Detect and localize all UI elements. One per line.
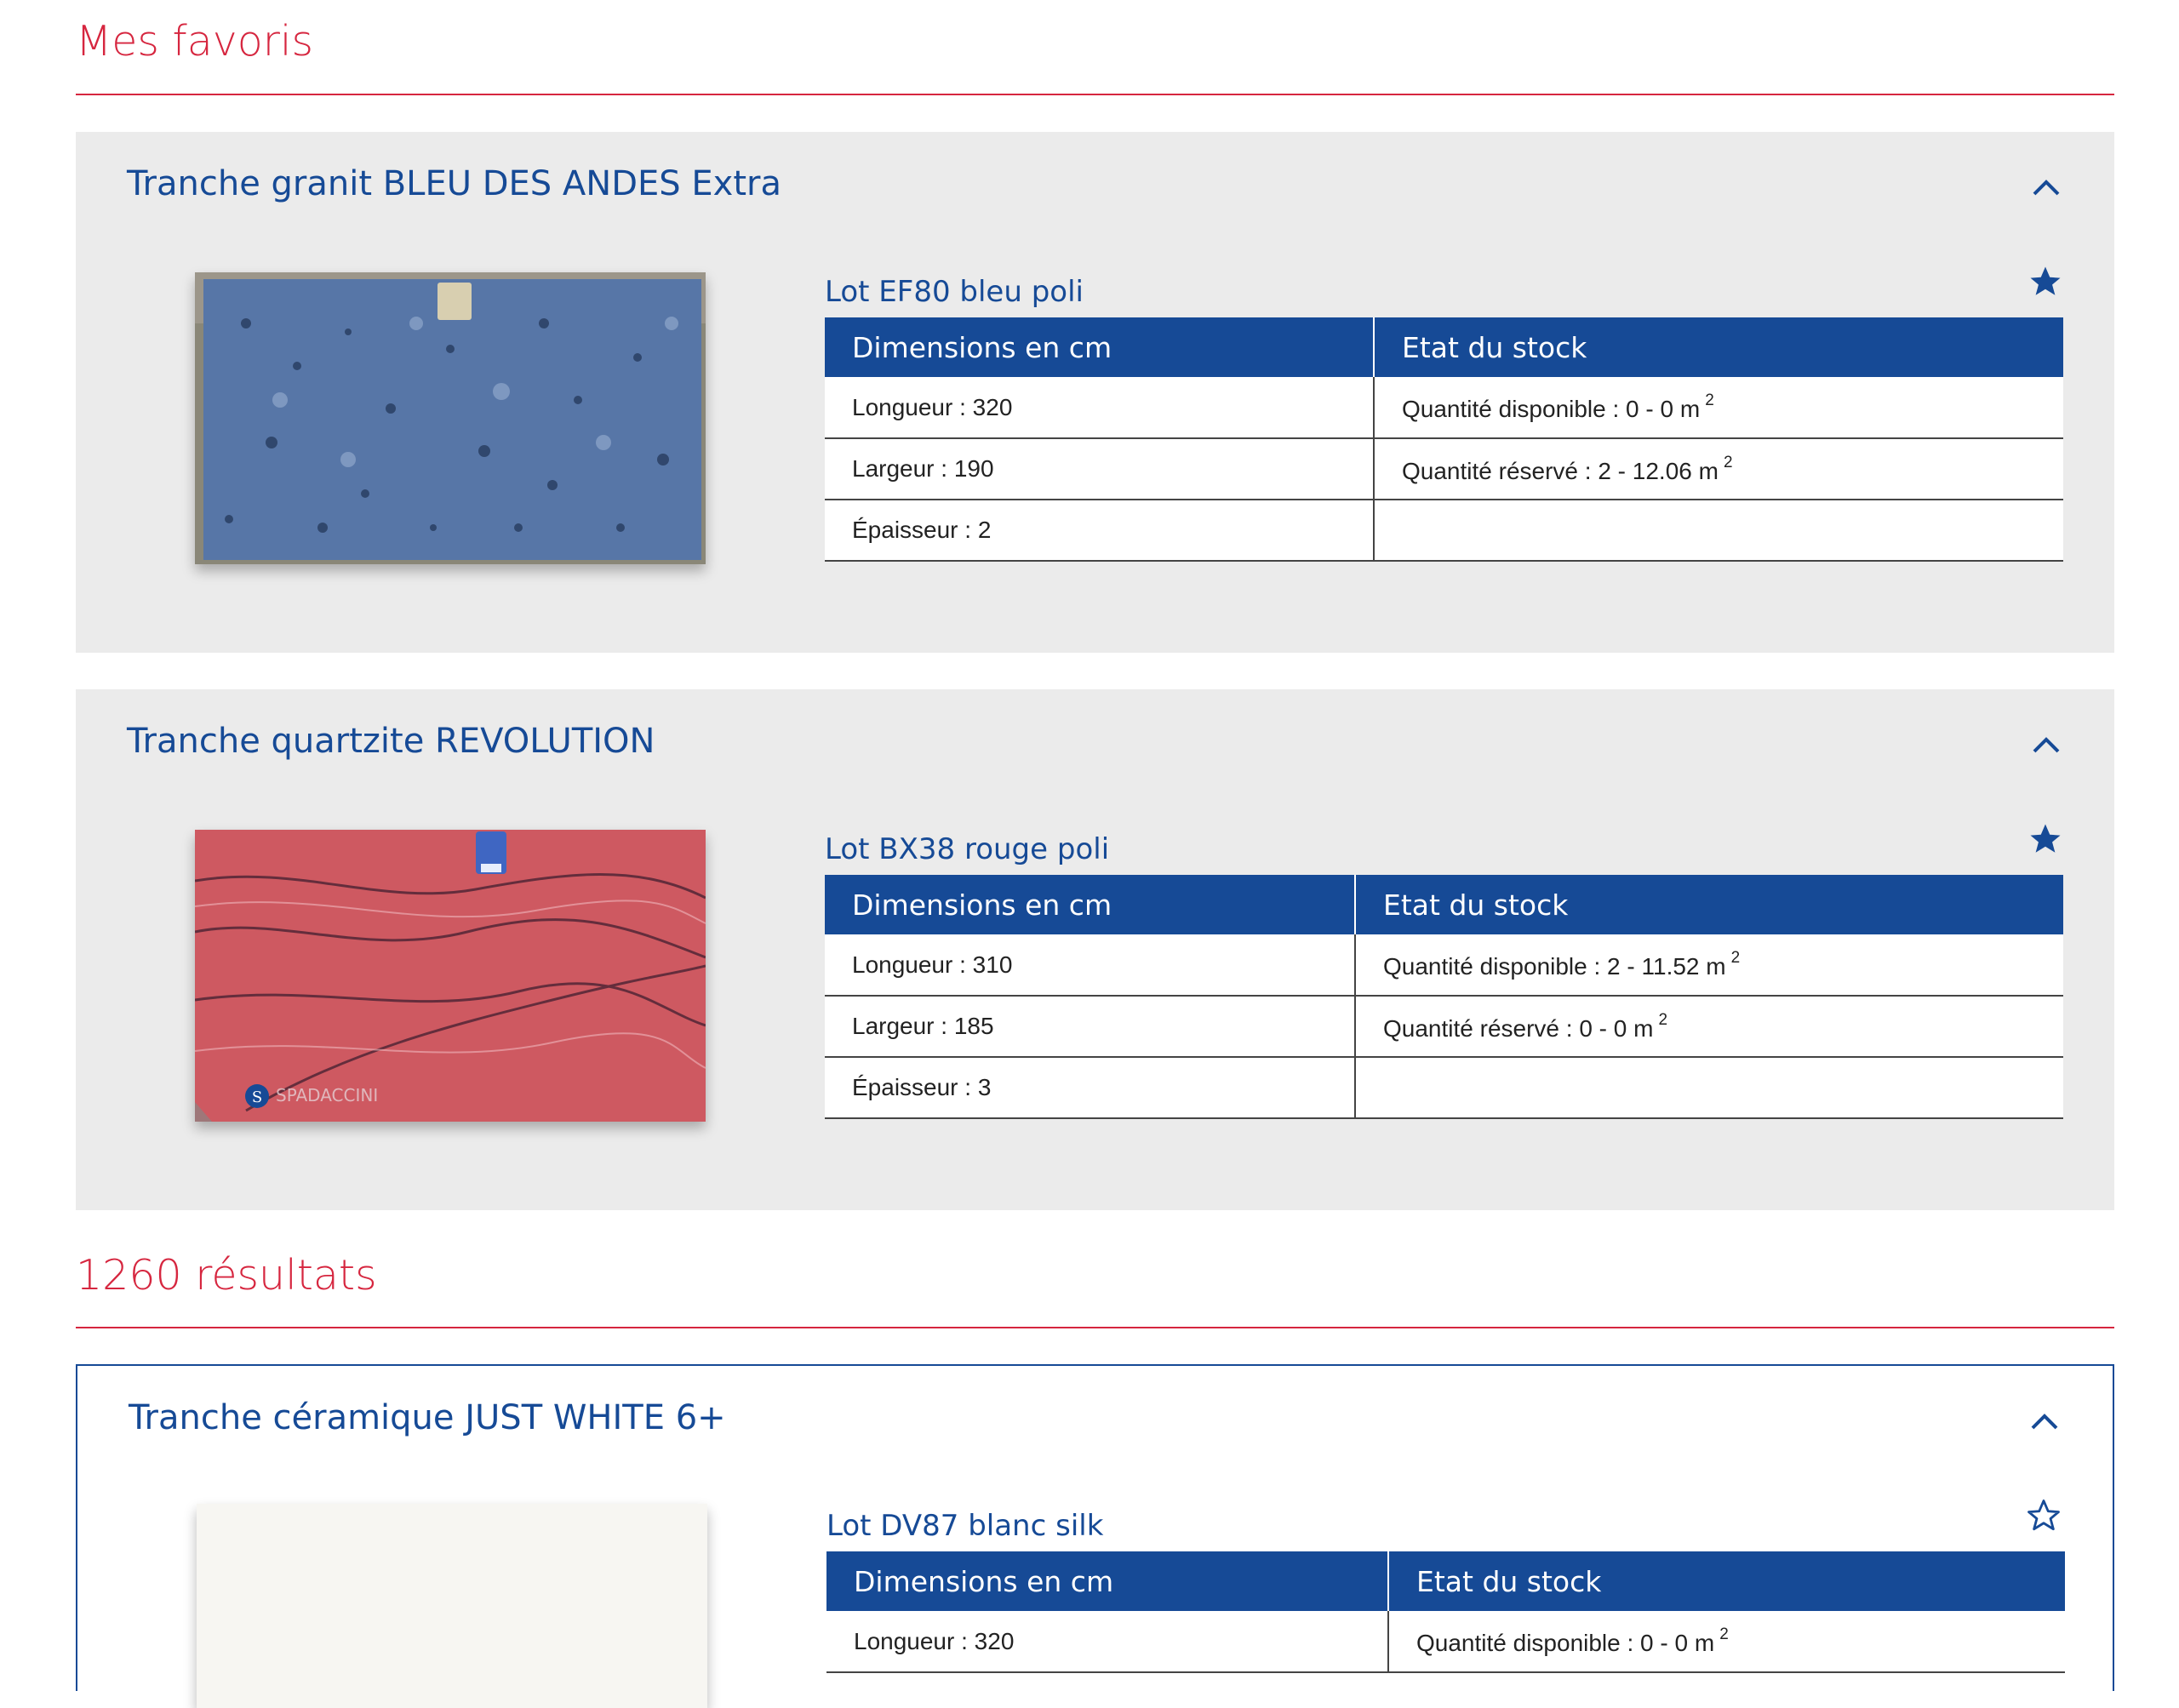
chevron-up-icon[interactable] bbox=[2027, 1404, 2062, 1438]
star-filled-icon[interactable] bbox=[2027, 821, 2063, 857]
card-title[interactable]: Tranche granit BLEU DES ANDES Extra bbox=[127, 164, 781, 203]
star-outline-icon[interactable] bbox=[2026, 1498, 2062, 1534]
product-image-just-white[interactable] bbox=[197, 1504, 707, 1708]
results-count-title: 1260 résultats bbox=[76, 1251, 377, 1300]
product-image-revolution[interactable]: S SPADACCINI bbox=[195, 830, 706, 1122]
svg-text:S: S bbox=[252, 1088, 262, 1106]
table-row: Épaisseur : 2 bbox=[825, 500, 2063, 562]
header-dimensions: Dimensions en cm bbox=[825, 875, 1355, 934]
header-stock: Etat du stock bbox=[1354, 875, 2063, 934]
favorites-header: Mes favoris bbox=[76, 17, 2114, 66]
favorite-card-bleu-des-andes: Tranche granit BLEU DES ANDES Extra Lot … bbox=[76, 132, 2114, 653]
lot-title[interactable]: Lot BX38 rouge poli bbox=[825, 832, 1109, 866]
dimension-thickness: Épaisseur : 3 bbox=[825, 1057, 1355, 1119]
dimension-length: Longueur : 310 bbox=[825, 934, 1355, 997]
lot-title[interactable]: Lot DV87 blanc silk bbox=[826, 1509, 1103, 1543]
result-card-just-white: Tranche céramique JUST WHITE 6+ Lot DV87… bbox=[76, 1364, 2114, 1708]
star-filled-icon[interactable] bbox=[2027, 264, 2063, 300]
card-title[interactable]: Tranche quartzite REVOLUTION bbox=[127, 722, 655, 761]
header-stock: Etat du stock bbox=[1373, 317, 2063, 377]
stock-available: Quantité disponible : 2 - 11.52 m2 bbox=[1354, 934, 2063, 997]
dimension-width: Largeur : 185 bbox=[825, 996, 1355, 1058]
favorites-divider bbox=[76, 94, 2114, 95]
table-row: Largeur : 190 Quantité réservé : 2 - 12.… bbox=[825, 438, 2063, 500]
table-row: Longueur : 320 Quantité disponible : 0 -… bbox=[826, 1611, 2065, 1673]
stock-reserved: Quantité réservé : 0 - 0 m2 bbox=[1354, 996, 2063, 1058]
card-title[interactable]: Tranche céramique JUST WHITE 6+ bbox=[129, 1398, 726, 1437]
results-header: 1260 résultats bbox=[76, 1251, 2114, 1300]
dimension-width: Largeur : 190 bbox=[825, 438, 1374, 500]
table-row: Largeur : 185 Quantité réservé : 0 - 0 m… bbox=[825, 996, 2063, 1058]
watermark-logo: SPADACCINI bbox=[276, 1085, 378, 1105]
stock-reserved: Quantité réservé : 2 - 12.06 m2 bbox=[1373, 438, 2063, 500]
stock-table: Dimensions en cm Etat du stock Longueur … bbox=[825, 875, 2063, 1119]
header-dimensions: Dimensions en cm bbox=[826, 1551, 1388, 1611]
table-row: Longueur : 310 Quantité disponible : 2 -… bbox=[825, 934, 2063, 997]
dimension-length: Longueur : 320 bbox=[825, 377, 1374, 439]
favorites-title: Mes favoris bbox=[76, 17, 314, 66]
table-row: Épaisseur : 3 bbox=[825, 1057, 2063, 1119]
stock-table: Dimensions en cm Etat du stock Longueur … bbox=[826, 1551, 2065, 1673]
favorite-card-revolution: Tranche quartzite REVOLUTION S SPADACCIN… bbox=[76, 689, 2114, 1210]
table-row: Longueur : 320 Quantité disponible : 0 -… bbox=[825, 377, 2063, 439]
chevron-up-icon[interactable] bbox=[2029, 170, 2063, 204]
header-stock: Etat du stock bbox=[1387, 1551, 2065, 1611]
product-image-bleu-des-andes[interactable] bbox=[195, 272, 706, 564]
chevron-up-icon[interactable] bbox=[2029, 728, 2063, 762]
stock-empty bbox=[1354, 1057, 2063, 1119]
stock-table: Dimensions en cm Etat du stock Longueur … bbox=[825, 317, 2063, 562]
dimension-length: Longueur : 320 bbox=[826, 1611, 1388, 1673]
results-divider bbox=[76, 1327, 2114, 1328]
header-dimensions: Dimensions en cm bbox=[825, 317, 1374, 377]
stock-available: Quantité disponible : 0 - 0 m2 bbox=[1373, 377, 2063, 439]
stock-available: Quantité disponible : 0 - 0 m2 bbox=[1387, 1611, 2065, 1673]
lot-title[interactable]: Lot EF80 bleu poli bbox=[825, 275, 1084, 309]
stock-empty bbox=[1373, 500, 2063, 562]
dimension-thickness: Épaisseur : 2 bbox=[825, 500, 1374, 562]
